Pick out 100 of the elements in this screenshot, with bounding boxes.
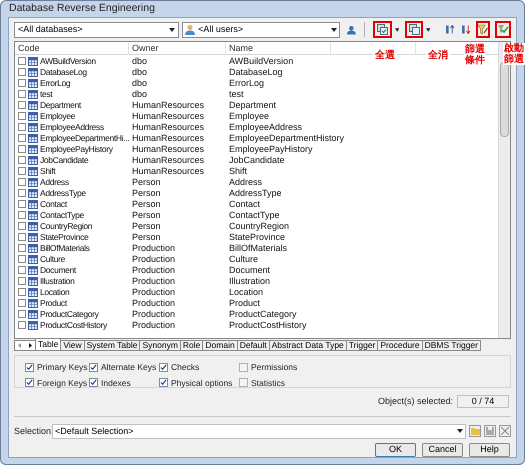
save-button[interactable]	[484, 425, 496, 438]
option-checkbox[interactable]	[159, 378, 168, 388]
table-cell-text: BillOfMaterials	[228, 242, 288, 254]
delete-button[interactable]	[499, 425, 511, 438]
row-checkbox[interactable]	[18, 112, 26, 120]
dialog-button[interactable]: Help	[469, 442, 510, 457]
row-checkbox[interactable]	[18, 79, 26, 88]
table-icon	[28, 166, 38, 176]
tab[interactable]: Default	[236, 340, 270, 351]
row-checkbox[interactable]	[18, 200, 26, 208]
row-checkbox[interactable]	[18, 145, 26, 154]
table-cell-text: Employee	[228, 110, 270, 122]
user-dropdown[interactable]: <All users>	[182, 22, 340, 38]
deselect-all-button[interactable]	[405, 21, 424, 38]
annotation-label: 啟動篩選	[503, 43, 525, 65]
option-checkbox[interactable]	[89, 378, 98, 388]
annotation-label: 篩選條件	[464, 44, 486, 66]
table-cell: Product	[40, 298, 67, 309]
table-cell-text: Production	[131, 320, 176, 331]
table-cell: CountryRegion	[40, 220, 92, 232]
objects-selected-count: 0 / 74	[457, 395, 509, 408]
option-checkbox[interactable]	[159, 362, 168, 372]
row-checkbox[interactable]	[18, 321, 26, 330]
table-cell-text: AWBuildVersion	[228, 56, 294, 67]
row-checkbox[interactable]	[18, 178, 26, 186]
table-cell: JobCandidate	[40, 154, 88, 166]
open-folder-button[interactable]	[469, 425, 481, 438]
select-all-button[interactable]	[373, 21, 392, 38]
row-checkbox[interactable]	[18, 277, 26, 286]
row-checkbox[interactable]	[18, 299, 26, 308]
row-checkbox[interactable]	[18, 57, 26, 66]
table-cell-text: Production	[131, 242, 176, 254]
option-label: Permissions	[251, 360, 298, 374]
row-checkbox[interactable]	[18, 156, 26, 164]
column-header[interactable]: Name	[226, 42, 331, 55]
dialog-button[interactable]: Cancel	[422, 442, 463, 457]
user-icon[interactable]	[346, 24, 357, 36]
caret-icon[interactable]	[426, 28, 431, 32]
table-cell-text: Contact	[228, 198, 262, 210]
apply-filter-button[interactable]	[495, 21, 512, 38]
tab[interactable]: Abstract Data Type	[268, 340, 347, 351]
table-icon	[28, 90, 38, 99]
tab[interactable]: Trigger	[346, 340, 378, 351]
caret-icon[interactable]	[394, 28, 400, 32]
row-checkbox[interactable]	[18, 244, 26, 252]
row-checkbox[interactable]	[18, 189, 26, 198]
option-checkbox[interactable]	[239, 362, 248, 372]
row-checkbox[interactable]	[18, 134, 26, 142]
table-cell-text: StateProvince	[228, 232, 286, 243]
column-header[interactable]: Owner	[129, 42, 226, 55]
tab[interactable]: Procedure	[377, 340, 423, 351]
tab[interactable]: View	[60, 340, 85, 351]
table-cell-text: HumanResources	[131, 154, 206, 166]
option-label: Indexes	[101, 376, 131, 390]
table-cell: Illustration	[40, 276, 75, 287]
table-cell-text: Shift	[228, 166, 248, 177]
option-label: Checks	[171, 360, 200, 374]
tab[interactable]: DBMS Trigger	[422, 340, 481, 351]
row-checkbox[interactable]	[18, 90, 26, 98]
table-icon	[28, 188, 38, 198]
option-checkbox[interactable]	[25, 378, 34, 388]
tab-scroll-buttons[interactable]	[14, 340, 36, 351]
database-dropdown[interactable]: <All databases>	[14, 22, 180, 38]
option-checkbox[interactable]	[25, 362, 34, 372]
row-checkbox[interactable]	[18, 233, 26, 242]
row-checkbox[interactable]	[18, 167, 26, 176]
table-cell: Employee	[40, 110, 75, 122]
column-header[interactable]: Code	[15, 42, 129, 55]
move-up-icon[interactable]	[446, 24, 455, 36]
row-checkbox[interactable]	[18, 288, 26, 296]
table-icon	[28, 310, 38, 319]
row-checkbox[interactable]	[18, 68, 26, 76]
row-checkbox[interactable]	[18, 123, 26, 132]
table-icon	[28, 112, 38, 121]
tab[interactable]: Role	[180, 340, 204, 351]
row-checkbox[interactable]	[18, 211, 26, 220]
table-cell-text: Production	[131, 264, 176, 276]
table-cell-text: Person	[131, 232, 162, 243]
table-cell-text: Person	[131, 198, 162, 210]
tab[interactable]: System Table	[84, 340, 140, 351]
scroll-thumb[interactable]	[500, 62, 509, 137]
tab[interactable]: Domain	[202, 340, 238, 351]
table-icon	[28, 266, 38, 275]
table-cell: AWBuildVersion	[40, 56, 96, 67]
table-icon	[28, 210, 38, 220]
option-checkbox[interactable]	[239, 378, 248, 388]
option-checkbox[interactable]	[89, 362, 98, 372]
tab[interactable]: Synonym	[139, 340, 181, 351]
row-checkbox[interactable]	[18, 310, 26, 318]
selection-dropdown[interactable]: <Default Selection>	[52, 424, 466, 439]
row-checkbox[interactable]	[18, 101, 26, 110]
table-cell-text: Person	[131, 210, 162, 221]
table-cell-text: Person	[131, 188, 162, 199]
row-checkbox[interactable]	[18, 266, 26, 274]
filter-criteria-button[interactable]	[476, 21, 490, 38]
row-checkbox[interactable]	[18, 222, 26, 230]
objects-selected-label: Object(s) selected:	[378, 395, 453, 408]
move-down-icon[interactable]	[462, 24, 472, 36]
dialog-button[interactable]: OK	[375, 442, 416, 457]
row-checkbox[interactable]	[18, 255, 26, 264]
